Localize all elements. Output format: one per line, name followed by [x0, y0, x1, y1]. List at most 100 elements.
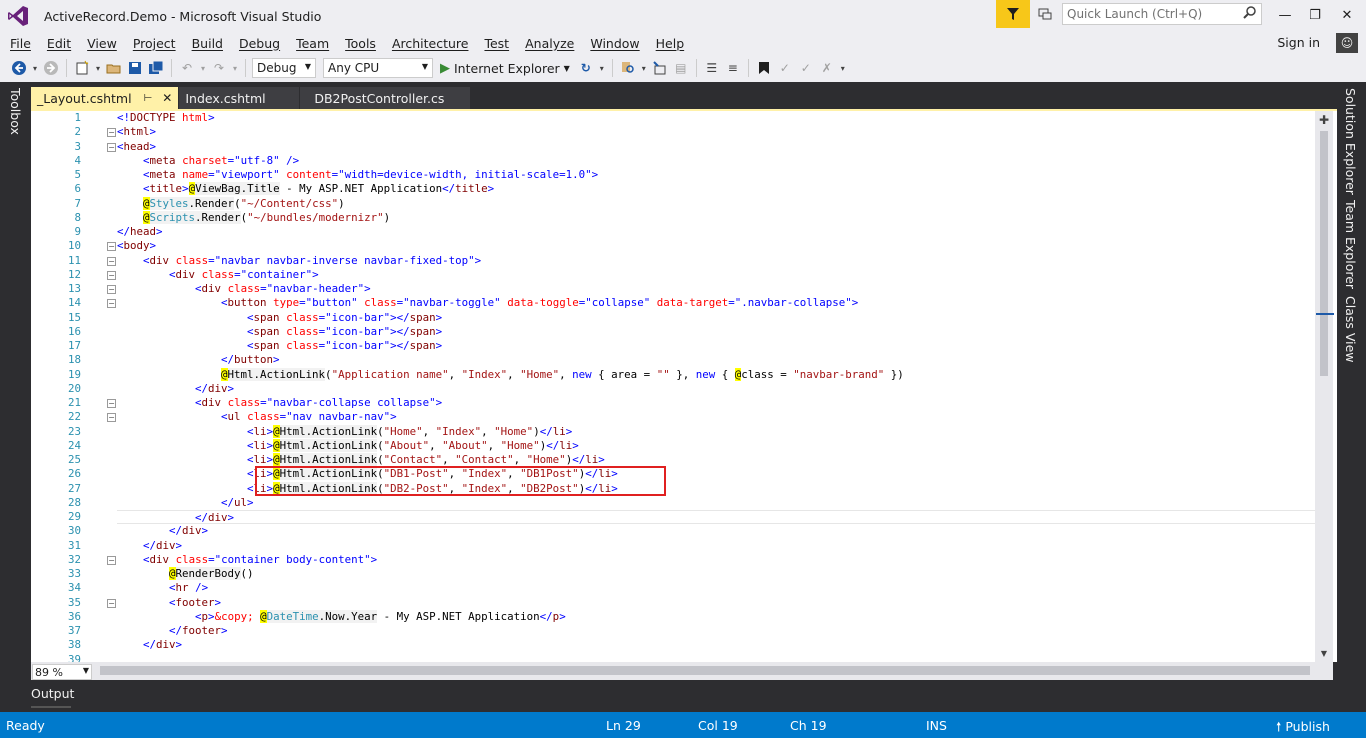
class-view-tab[interactable]: Class View: [1343, 296, 1358, 363]
code-line[interactable]: <span class="icon-bar"></span>: [117, 311, 1317, 325]
collapse-outline-icon[interactable]: −: [107, 413, 116, 423]
code-line[interactable]: <p>&copy; @DateTime.Now.Year - My ASP.NE…: [117, 609, 1317, 624]
code-line[interactable]: <body>: [117, 239, 1317, 253]
code-line[interactable]: </head>: [117, 225, 1317, 239]
code-line[interactable]: <button type="button" class="navbar-togg…: [117, 296, 1317, 310]
collapse-outline-icon[interactable]: −: [107, 242, 116, 252]
publish-button[interactable]: 🠕 Publish: [1276, 718, 1330, 738]
find-in-files-icon[interactable]: [619, 59, 637, 77]
comment-lines-icon[interactable]: ☰: [703, 59, 721, 77]
open-file-icon[interactable]: [105, 59, 123, 77]
split-view-icon[interactable]: ✚: [1316, 112, 1332, 128]
code-line[interactable]: </div>: [117, 382, 1317, 396]
notifications-filter-button[interactable]: [996, 0, 1030, 28]
undo-dropdown-icon[interactable]: ▾: [199, 59, 207, 77]
code-line[interactable]: </div>: [117, 638, 1317, 652]
code-line[interactable]: @Html.ActionLink("Application name", "In…: [117, 367, 1317, 382]
save-all-icon[interactable]: [147, 59, 165, 77]
code-line[interactable]: </ul>: [117, 496, 1317, 510]
menu-test[interactable]: Test: [476, 36, 517, 51]
collapse-outline-icon[interactable]: −: [107, 128, 116, 138]
navigate-forward-icon[interactable]: [42, 59, 60, 77]
menu-team[interactable]: Team: [288, 36, 337, 51]
back-dropdown-icon[interactable]: ▾: [31, 59, 39, 77]
code-line[interactable]: <div class="navbar-header">: [117, 282, 1317, 296]
scroll-down-icon[interactable]: ▼: [1316, 646, 1332, 660]
solution-explorer-tab[interactable]: Solution Explorer: [1343, 88, 1358, 195]
team-explorer-tab[interactable]: Team Explorer: [1343, 200, 1358, 289]
bookmark-icon[interactable]: [755, 59, 773, 77]
save-icon[interactable]: [126, 59, 144, 77]
navigate-back-icon[interactable]: [10, 59, 28, 77]
menu-debug[interactable]: Debug: [231, 36, 288, 51]
maximize-button[interactable]: ❐: [1300, 4, 1330, 26]
code-line[interactable]: <span class="icon-bar"></span>: [117, 325, 1317, 339]
menu-tools[interactable]: Tools: [337, 36, 384, 51]
sign-in-link[interactable]: Sign in: [1277, 35, 1320, 50]
horizontal-scroll-thumb[interactable]: [100, 666, 1310, 675]
code-line[interactable]: <meta charset="utf-8" />: [117, 154, 1317, 168]
collapse-outline-icon[interactable]: −: [107, 142, 116, 152]
collapse-outline-icon[interactable]: −: [107, 299, 116, 309]
toolbar-overflow-icon[interactable]: ▾: [839, 59, 847, 77]
minimize-button[interactable]: —: [1270, 4, 1300, 26]
next-bookmark-icon[interactable]: ✓: [797, 59, 815, 77]
menu-file[interactable]: File: [0, 36, 39, 51]
overflow-icon[interactable]: ▾: [640, 59, 648, 77]
refresh-browser-icon[interactable]: ↻: [577, 59, 595, 77]
toolbox-tab[interactable]: Toolbox: [8, 88, 23, 135]
new-dropdown-icon[interactable]: ▾: [94, 59, 102, 77]
code-line[interactable]: <div class="container">: [117, 268, 1317, 282]
code-line[interactable]: @Scripts.Render("~/bundles/modernizr"): [117, 210, 1317, 225]
code-line[interactable]: <ul class="nav navbar-nav">: [117, 410, 1317, 424]
account-icon[interactable]: ☺: [1336, 33, 1358, 53]
redo-dropdown-icon[interactable]: ▾: [231, 59, 239, 77]
pin-icon[interactable]: ⊢: [144, 93, 153, 104]
code-text[interactable]: <!DOCTYPE html> <html> <head> <meta charse…: [117, 111, 1317, 662]
code-line[interactable]: [117, 653, 1317, 663]
collapse-outline-icon[interactable]: −: [107, 555, 116, 565]
uncomment-lines-icon[interactable]: ≡: [724, 59, 742, 77]
menu-view[interactable]: View: [79, 36, 125, 51]
code-line[interactable]: <title>@ViewBag.Title - My ASP.NET Appli…: [117, 182, 1317, 196]
code-line[interactable]: <div class="navbar navbar-inverse navbar…: [117, 254, 1317, 268]
solution-configuration-select[interactable]: Debug ▼: [252, 58, 316, 78]
tab-layout-cshtml[interactable]: _Layout.cshtml ⊢ ✕: [31, 87, 179, 109]
code-line[interactable]: <html>: [117, 125, 1317, 139]
start-debugging-button[interactable]: ▶ Internet Explorer ▼: [436, 61, 574, 76]
zoom-select[interactable]: 89 % ▼: [32, 664, 92, 680]
code-line[interactable]: <div class="navbar-collapse collapse">: [117, 396, 1317, 410]
collapse-outline-icon[interactable]: −: [107, 256, 116, 266]
undo-icon[interactable]: ↶: [178, 59, 196, 77]
solution-platform-select[interactable]: Any CPU ▼: [323, 58, 433, 78]
menu-project[interactable]: Project: [125, 36, 184, 51]
menu-window[interactable]: Window: [582, 36, 647, 51]
code-line[interactable]: <hr />: [117, 581, 1317, 595]
new-project-icon[interactable]: [73, 59, 91, 77]
collapse-outline-icon[interactable]: −: [107, 270, 116, 280]
redo-icon[interactable]: ↷: [210, 59, 228, 77]
code-line[interactable]: <footer>: [117, 596, 1317, 610]
vertical-scroll-thumb[interactable]: [1320, 131, 1328, 376]
menu-architecture[interactable]: Architecture: [384, 36, 477, 51]
menu-analyze[interactable]: Analyze: [517, 36, 582, 51]
code-line[interactable]: <!DOCTYPE html>: [117, 111, 1317, 125]
menu-edit[interactable]: Edit: [39, 36, 79, 51]
code-line[interactable]: <div class="container body-content">: [117, 553, 1317, 567]
tab-db2postcontroller-cs[interactable]: DB2PostController.cs: [300, 87, 471, 109]
quick-launch-input[interactable]: Quick Launch (Ctrl+Q): [1062, 3, 1262, 25]
close-tab-icon[interactable]: ✕: [162, 91, 172, 105]
code-line[interactable]: <span class="icon-bar"></span>: [117, 339, 1317, 353]
code-line[interactable]: </button>: [117, 353, 1317, 367]
code-line[interactable]: @RenderBody(): [117, 567, 1317, 581]
code-line[interactable]: <meta name="viewport" content="width=dev…: [117, 168, 1317, 182]
step-into-icon[interactable]: [651, 59, 669, 77]
collapse-outline-icon[interactable]: −: [107, 285, 116, 294]
code-line[interactable]: </div>: [117, 539, 1317, 553]
output-tab[interactable]: Output: [31, 686, 74, 701]
code-editor[interactable]: 1 2 3 4 5 6 7 8 9 10 11 12 13 14 15 16 17 18 19 20 21 22 23 24 2…: [31, 111, 1337, 662]
close-button[interactable]: ✕: [1332, 4, 1362, 26]
code-line[interactable]: <li>@Html.ActionLink("Home", "Index", "H…: [117, 424, 1317, 439]
collapse-outline-icon[interactable]: −: [107, 399, 116, 408]
step-over-icon[interactable]: ▤: [672, 59, 690, 77]
